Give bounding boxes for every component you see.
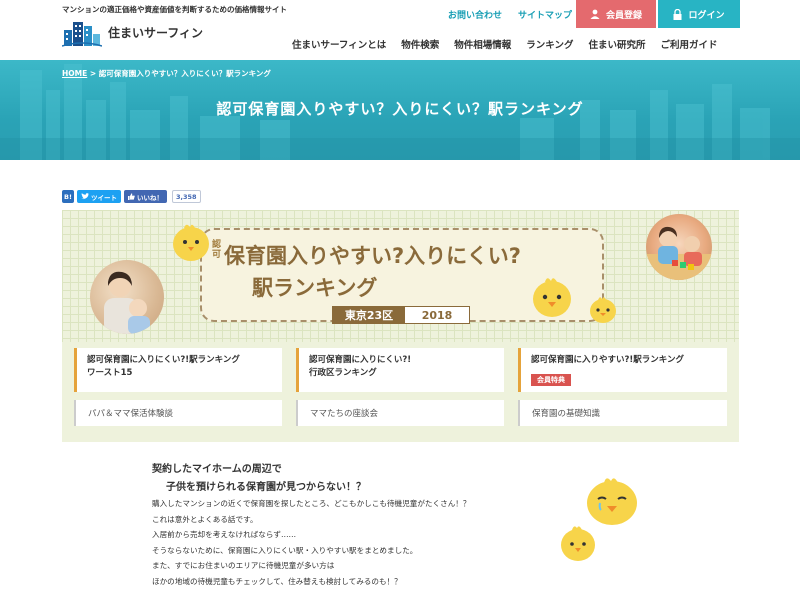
badge-year: 2018 xyxy=(421,308,453,322)
card-worst15-title: 認可保育園に入りにくい?!駅ランキング xyxy=(87,355,240,365)
nav-property-search[interactable]: 物件検索 xyxy=(401,37,439,51)
chick-mascot-bottom-icon xyxy=(561,526,595,561)
contact-link[interactable]: お問い合わせ xyxy=(448,8,502,21)
card-easy-ranking[interactable]: 認可保育園に入りやすい?!駅ランキング 会員特典 xyxy=(518,348,727,392)
intro-line: 入居前から売却を考えなければならず…… xyxy=(152,530,297,539)
card-ward-ranking[interactable]: 認可保育園に入りにくい?! 行政区ランキング xyxy=(296,348,504,392)
card-ward-title: 認可保育園に入りにくい?! xyxy=(309,355,412,365)
site-header: マンションの適正価格や資産価値を判断するための価格情報サイト 住まいサーフィン … xyxy=(0,0,800,60)
banner-title-line2: 駅ランキング xyxy=(252,276,378,300)
tokyo-23-wards-badge: 東京23区 2018 xyxy=(332,306,470,324)
nav-research[interactable]: 住まい研究所 xyxy=(589,37,646,51)
chick-mascot-small-icon xyxy=(590,297,616,323)
tweet-label: ツイート xyxy=(91,193,117,202)
register-label: 会員登録 xyxy=(605,10,642,21)
main-nav: 住まいサーフィンとは 物件検索 物件相場情報 ランキング 住まい研究所 ご利用ガ… xyxy=(292,37,718,51)
logo-text: 住まいサーフィン xyxy=(108,25,204,40)
site-tagline: マンションの適正価格や資産価値を判断するための価格情報サイト xyxy=(62,5,287,14)
intro-line: ほかの地域の待機児童もチェックして、住み替えも検討してみるのも！？ xyxy=(152,576,402,586)
link-nursery-basics[interactable]: 保育園の基礎知識 xyxy=(518,400,727,426)
nav-market-info[interactable]: 物件相場情報 xyxy=(454,37,511,51)
login-label: ログイン xyxy=(688,10,725,21)
breadcrumb-home-link[interactable]: HOME xyxy=(62,69,87,78)
sitemap-link[interactable]: サイトマップ xyxy=(518,8,572,21)
nav-ranking[interactable]: ランキング xyxy=(526,37,573,51)
login-button[interactable]: ログイン xyxy=(658,0,740,28)
intro-line: また、すでにお住まいのエリアに待機児童が多い方は xyxy=(152,561,335,570)
hatena-bookmark-button[interactable]: B! xyxy=(62,190,74,203)
intro-heading-line2: 子供を預けられる保育園が見つからない！？ xyxy=(166,482,366,493)
intro-line: そうならないために、保育園に入りにくい駅・入りやすい駅をまとめました。 xyxy=(152,545,418,555)
tweet-button[interactable]: ツイート xyxy=(77,190,121,203)
nav-guide[interactable]: ご利用ガイド xyxy=(661,37,718,51)
mother-child-illustration xyxy=(104,271,150,334)
kids-playing-photo xyxy=(646,214,712,280)
hero-banner: HOME > 認可保育園入りやすい？入りにくい？駅ランキング 認可保育園入りやす… xyxy=(0,60,800,160)
like-count: 3,358 xyxy=(172,190,201,203)
social-buttons: B! ツイート いいね！ 3,358 xyxy=(62,190,201,203)
user-icon xyxy=(590,9,600,19)
card-ward-subtitle: 行政区ランキング xyxy=(309,368,377,378)
breadcrumb-separator: > xyxy=(89,69,97,78)
ranking-banner: 認可 保育園入りやすい?入りにくい? 駅ランキング 東京23区 2018 認可保… xyxy=(62,210,739,442)
intro-line: これは意外とよくある話です。 xyxy=(152,514,258,524)
register-button[interactable]: 会員登録 xyxy=(576,0,656,28)
like-label: いいね！ xyxy=(137,193,163,202)
link-parent-experience[interactable]: パパ＆ママ保活体験談 xyxy=(74,400,282,426)
page-title: 認可保育園入りやすい？入りにくい？駅ランキング xyxy=(216,100,584,118)
kids-playing-illustration xyxy=(646,226,712,280)
card-worst15-ranking[interactable]: 認可保育園に入りにくい?!駅ランキング ワースト15 xyxy=(74,348,282,392)
lock-icon xyxy=(673,8,682,20)
crying-chick-icon xyxy=(587,478,637,525)
chick-mascot-icon xyxy=(173,224,209,261)
members-only-badge: 会員特典 xyxy=(531,374,571,386)
site-logo[interactable]: 住まいサーフィン xyxy=(62,16,203,48)
card-worst15-subtitle: ワースト15 xyxy=(87,368,133,378)
top-links: お問い合わせ サイトマップ xyxy=(448,8,572,21)
banner-title-prefix: 認可 xyxy=(212,240,222,260)
intro-line: 購入したマンションの近くで保育園を探したところ、どこもかしこも待機児童がたくさん… xyxy=(152,499,471,508)
thumbs-up-icon xyxy=(128,193,135,200)
nav-about[interactable]: 住まいサーフィンとは xyxy=(292,37,386,51)
facebook-like-button[interactable]: いいね！ xyxy=(124,190,167,203)
chick-mascot-large-icon xyxy=(533,278,571,317)
link-mama-roundtable[interactable]: ママたちの座談会 xyxy=(296,400,504,426)
banner-title-line1: 保育園入りやすい?入りにくい? xyxy=(224,244,521,268)
badge-area: 東京23区 xyxy=(333,307,405,323)
card-easy-title: 認可保育園に入りやすい?!駅ランキング xyxy=(531,355,685,365)
intro-heading-line1: 契約したマイホームの周辺で xyxy=(152,464,282,475)
breadcrumb-current: 認可保育園入りやすい？入りにくい？駅ランキング xyxy=(98,69,271,78)
mother-child-photo xyxy=(90,260,164,334)
breadcrumb: HOME > 認可保育園入りやすい？入りにくい？駅ランキング xyxy=(62,68,271,79)
intro-body: 購入したマンションの近くで保育園を探したところ、どこもかしこも待機児童がたくさん… xyxy=(152,496,582,589)
building-logo-icon xyxy=(62,22,102,47)
twitter-bird-icon xyxy=(81,193,89,200)
